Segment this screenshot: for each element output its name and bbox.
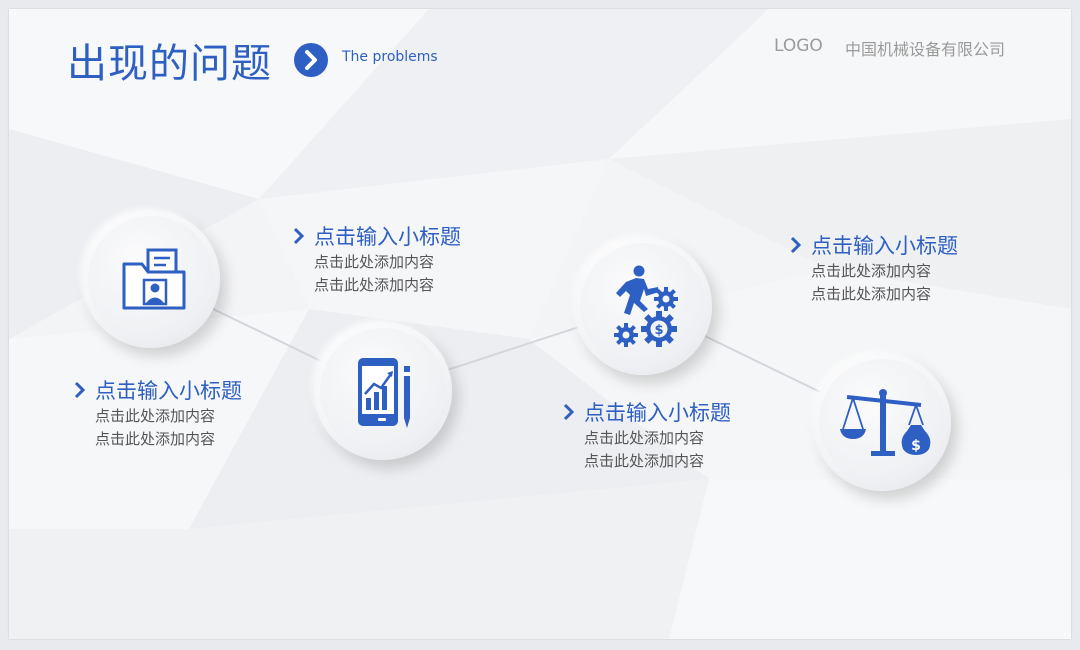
item-text: 点击此处添加内容: [584, 452, 705, 470]
item-title: 点击输入小标题: [95, 379, 242, 403]
item-title: 点击输入小标题: [314, 225, 461, 249]
svg-text:$: $: [911, 438, 921, 454]
svg-text:$: $: [654, 323, 663, 338]
circle-item-4: $: [813, 353, 951, 491]
item-block-1: 点击输入小标题 点击此处添加内容 点击此处添加内容: [73, 375, 313, 451]
item-block-3: 点击输入小标题 点击此处添加内容 点击此处添加内容: [562, 397, 802, 473]
runner-gears-dollar-icon: $: [614, 265, 678, 347]
item-text: 点击此处添加内容: [811, 262, 932, 280]
item-text: 点击此处添加内容: [811, 285, 932, 303]
circle-item-1: [82, 210, 220, 348]
item-title: 点击输入小标题: [584, 401, 731, 425]
balance-scale-money-icon: $: [840, 389, 931, 456]
circle-item-3: $: [574, 237, 712, 375]
circle-item-2: [314, 322, 452, 460]
chevron-right-icon: [563, 403, 575, 421]
item-block-2: 点击输入小标题 点击此处添加内容 点击此处添加内容: [292, 221, 532, 297]
item-block-4: 点击输入小标题 点击此处添加内容 点击此处添加内容: [789, 230, 1029, 306]
chevron-right-icon: [293, 227, 305, 245]
item-text: 点击此处添加内容: [95, 430, 216, 448]
chevron-right-icon: [74, 381, 86, 399]
slide: 出现的问题 The problems LOGO 中国机械设备有限公司 $ $ 点…: [9, 9, 1071, 639]
item-title: 点击输入小标题: [811, 234, 958, 258]
item-text: 点击此处添加内容: [314, 276, 435, 294]
chevron-right-icon: [790, 236, 802, 254]
item-text: 点击此处添加内容: [584, 429, 705, 447]
item-text: 点击此处添加内容: [314, 253, 435, 271]
tablet-chart-pen-icon: [358, 358, 411, 428]
item-text: 点击此处添加内容: [95, 407, 216, 425]
folder-profile-icon: [122, 248, 186, 310]
